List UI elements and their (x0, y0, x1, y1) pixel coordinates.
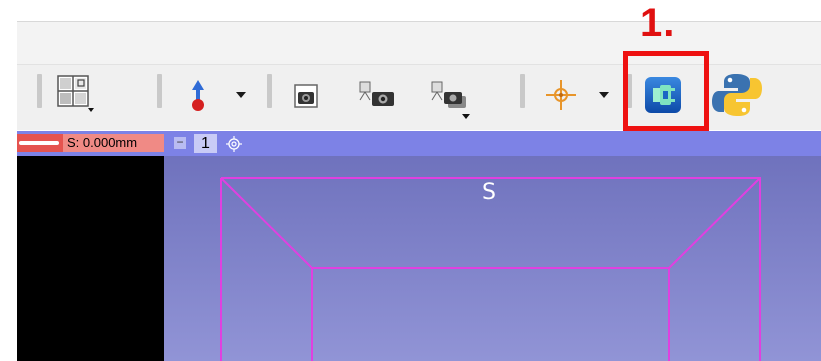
mouse-mode-button[interactable] (187, 78, 209, 112)
toolbar-separator (267, 74, 272, 108)
crosshair-icon (546, 80, 576, 110)
crosshair-button[interactable] (544, 78, 578, 112)
camera-icon (294, 84, 318, 108)
slice-offset-label: S: 0.000mm (63, 134, 164, 152)
scene-camera-icon (359, 81, 394, 106)
app-window: 1. S: 0.000mm − 1 S (0, 0, 821, 361)
step-annotation-label: 1. (640, 1, 676, 45)
crosshair-dropdown-arrow[interactable] (599, 92, 609, 98)
toolbar-separator (37, 74, 42, 108)
toolbar-separator (520, 74, 525, 108)
toolbar-separator (157, 74, 162, 108)
screenshot-button[interactable] (293, 82, 319, 110)
python-icon (712, 74, 762, 116)
scene-stack-icon (431, 81, 470, 119)
orientation-label: S (482, 180, 496, 205)
collapse-button[interactable]: − (174, 136, 186, 149)
scene-view-button[interactable] (356, 80, 398, 110)
layout-button[interactable] (56, 74, 96, 114)
layout-grid-icon (57, 75, 94, 112)
pin-icon[interactable] (226, 136, 242, 152)
scene-list-button[interactable] (428, 80, 474, 120)
slice-view[interactable] (17, 156, 164, 361)
mouse-mode-dropdown-arrow[interactable] (236, 92, 246, 98)
fiducial-place-icon (192, 80, 204, 111)
slider-track (19, 141, 59, 145)
python-console-button[interactable] (712, 72, 762, 118)
highlight-box (623, 51, 709, 131)
view-number-badge: 1 (194, 134, 217, 153)
slice-offset-slider[interactable] (17, 134, 63, 152)
